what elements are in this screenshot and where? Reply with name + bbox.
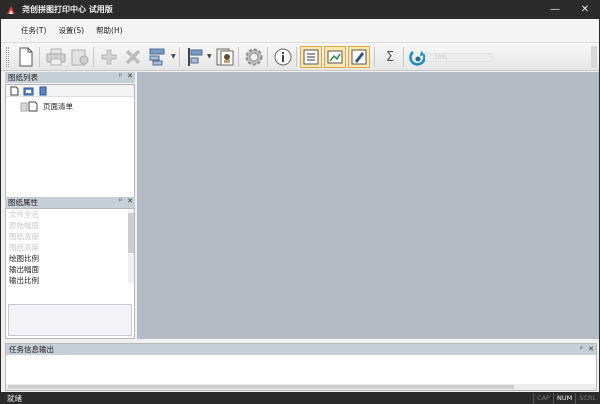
image-view-button[interactable] [324,46,346,68]
output-horizontal-scrollbar[interactable] [6,384,596,390]
page-view-icon[interactable] [38,86,48,96]
properties-header: 图纸属性 ᵖ ✕ [5,197,135,208]
property-description-box [8,304,132,336]
task-output-title: 任务信息输出 [9,345,54,354]
drawing-list-title: 图纸列表 [8,73,38,82]
drawing-list-toolbar [6,85,134,97]
app-logo-icon [5,4,17,16]
pin-icon[interactable]: ᵖ [119,72,122,80]
task-output-header: 任务信息输出 ᵖ ✕ [6,344,596,355]
status-bar: 就绪 CAP NUM SCRL [1,392,599,404]
property-scrollbar[interactable] [128,209,134,283]
menu-bar: 任务(T) 设置(S) 帮助(H) [1,19,599,43]
menu-settings[interactable]: 设置(S) [58,25,84,36]
printer-settings-icon [71,49,89,66]
toolbar-overflow[interactable] [591,46,597,68]
options-button[interactable] [243,46,265,68]
toolbar-separator [403,47,404,67]
x-icon [125,49,141,65]
property-row-original-size[interactable]: 原始幅面 [6,220,136,231]
toolbar-grip[interactable] [6,47,9,67]
print-button[interactable] [45,46,67,68]
toolbar-separator [238,47,239,67]
task-output-pane: 任务信息输出 ᵖ ✕ [5,343,597,391]
output-scroll-thumb[interactable] [8,385,514,389]
close-button[interactable]: ✕ [570,0,600,19]
main-frame: 任务(T) 设置(S) 帮助(H) ▼ ▼ Σ 10% 图纸列表 ᵖ ✕ 页面清… [1,19,599,404]
property-row-height[interactable]: 图纸高度 [6,242,136,253]
toolbar-separator [374,47,375,67]
edit-button[interactable] [348,46,370,68]
properties-title: 图纸属性 [8,198,38,207]
delete-button[interactable] [122,46,144,68]
align-dropdown-icon[interactable]: ▼ [207,53,213,61]
page-stack-icon [20,101,38,112]
layout-dropdown-icon[interactable]: ▼ [171,53,177,61]
close-icon: ✕ [580,4,590,15]
property-scroll-thumb[interactable] [128,213,134,253]
toolbar-separator [93,47,94,67]
pin-icon[interactable]: ᵖ [119,197,122,205]
align-button[interactable] [184,46,206,68]
document-settings-icon [216,48,234,66]
task-progress-bar: 10% [425,53,493,62]
print-setup-button[interactable] [69,46,91,68]
plus-icon [101,49,117,65]
image-icon [327,50,343,64]
workspace-area[interactable] [137,72,599,339]
property-row-output-size[interactable]: 输出幅面 [6,264,136,275]
toolbar-separator [267,47,268,67]
status-text: 就绪 [7,393,22,403]
sigma-icon: Σ [385,49,395,65]
property-row-file-name[interactable]: 文件全名 [6,209,136,220]
list-view-button[interactable] [300,46,322,68]
menu-help[interactable]: 帮助(H) [96,25,123,36]
title-bar: 尧创拼图打印中心 试用版 — ✕ [0,0,600,19]
caps-lock-indicator: CAP [533,392,553,404]
align-icon [188,48,203,66]
toolbar: ▼ ▼ Σ 10% [1,43,599,71]
property-row-drawing-scale[interactable]: 绘图比例 [6,253,136,264]
tree-item-page-list[interactable]: 页面清单 [20,101,73,112]
info-icon [274,48,292,66]
blank-page-icon [19,47,33,67]
drawing-list-header: 图纸列表 ᵖ ✕ [5,72,135,83]
drawing-list-pane: 页面清单 [5,84,135,214]
properties-button[interactable] [214,46,236,68]
close-icon[interactable]: ✕ [588,344,594,355]
num-lock-indicator: NUM [552,392,575,404]
property-row-width[interactable]: 图纸宽度 [6,231,136,242]
property-row-output-scale[interactable]: 输出比例 [6,275,136,286]
toolbar-separator [39,47,40,67]
info-button[interactable] [272,46,294,68]
add-button[interactable] [98,46,120,68]
new-file-button[interactable] [15,46,37,68]
new-page-icon[interactable] [9,86,19,96]
layout-button[interactable] [146,46,168,68]
open-folder-icon[interactable] [23,86,34,96]
gear-icon [245,48,263,66]
printer-icon [46,48,66,66]
scroll-lock-indicator: SCRL [575,392,599,404]
toolbar-separator [179,47,180,67]
tree-item-label: 页面清单 [43,102,73,111]
pencil-icon [351,49,367,65]
close-icon[interactable]: ✕ [127,197,133,205]
window-title: 尧创拼图打印中心 试用版 [22,5,113,14]
properties-pane: 文件全名 原始幅面 图纸宽度 图纸高度 绘图比例 输出幅面 输出比例 [5,208,135,339]
list-icon [303,49,319,65]
layout-icon [149,48,165,66]
property-list: 文件全名 原始幅面 图纸宽度 图纸高度 绘图比例 输出幅面 输出比例 [6,209,136,286]
minimize-icon: — [550,4,560,15]
toolbar-separator [296,47,297,67]
sum-button[interactable]: Σ [379,46,401,68]
progress-text: 10% [434,54,448,61]
menu-task[interactable]: 任务(T) [21,25,46,36]
minimize-button[interactable]: — [540,0,570,19]
close-icon[interactable]: ✕ [127,72,133,80]
pin-icon[interactable]: ᵖ [580,344,583,355]
